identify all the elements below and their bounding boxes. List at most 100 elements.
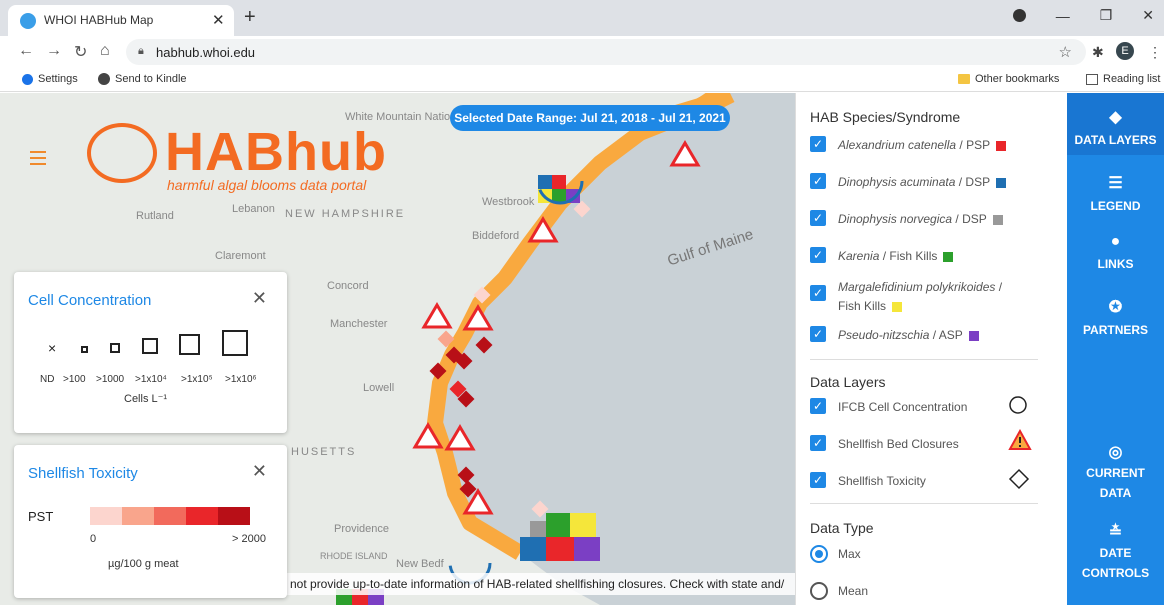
bookmarks-bar: Settings Send to Kindle Other bookmarks … [0, 68, 1164, 92]
map-label: Lebanon [232, 203, 275, 215]
extensions-puzzle-icon[interactable]: ✱ [1092, 44, 1104, 61]
pst-unit: µg/100 g meat [108, 558, 179, 570]
nav-label: DATA [1099, 486, 1132, 500]
type-section-title: Data Type [810, 520, 874, 536]
nav-label: CURRENT [1086, 466, 1145, 480]
pst-scale-step [186, 507, 218, 525]
species-checkbox[interactable]: ✓ [810, 285, 826, 301]
other-bookmarks[interactable]: Other bookmarks [958, 73, 1059, 85]
species-label: Alexandrium catenella / PSP [838, 138, 1007, 152]
browser-tab[interactable]: WHOI HABHub Map ✕ [8, 5, 234, 36]
cell-size-1e6-icon [222, 330, 248, 356]
list-icon: ☰ [1108, 175, 1123, 192]
lock-icon: 🔒︎ [138, 45, 144, 57]
species-label: Dinophysis norvegica / DSP [838, 212, 1003, 226]
warning-triangle-icon [1008, 429, 1032, 450]
nav-label: CONTROLS [1081, 566, 1150, 580]
nav-label: LEGEND [1090, 199, 1141, 213]
bookmark-send-to-kindle[interactable]: Send to Kindle [98, 73, 187, 85]
cell-concentration-panel: Cell Concentration ✕ × ND >100 >1000 >1x… [14, 272, 287, 433]
species-name: Alexandrium catenella [838, 138, 957, 152]
species-checkbox[interactable]: ✓ [810, 326, 826, 342]
species-name: Dinophysis acuminata [838, 175, 956, 189]
species-color-swatch [892, 301, 903, 312]
close-icon[interactable]: ✕ [252, 461, 267, 482]
forward-icon[interactable]: → [46, 42, 62, 60]
back-icon[interactable]: ← [18, 42, 34, 60]
species-section-title: HAB Species/Syndrome [810, 109, 961, 125]
minimize-icon[interactable]: — [1056, 8, 1070, 24]
nav-data-layers[interactable]: ◆ DATA LAYERS [1067, 93, 1164, 155]
radio-mean[interactable] [810, 582, 828, 600]
species-checkbox[interactable]: ✓ [810, 173, 826, 189]
pst-scale-step [122, 507, 154, 525]
pst-scale-step [154, 507, 186, 525]
species-label: Dinophysis acuminata / DSP [838, 175, 1007, 189]
restore-icon[interactable]: ❐ [1100, 7, 1113, 24]
species-syndrome: / DSP [952, 212, 987, 226]
extension-icon[interactable] [1012, 9, 1026, 22]
layer-checkbox-toxicity[interactable]: ✓ [810, 472, 826, 488]
reading-list[interactable]: Reading list [1086, 73, 1160, 85]
cell-label: ND [40, 374, 55, 385]
divider [810, 359, 1038, 360]
close-icon[interactable]: ✕ [252, 288, 267, 309]
menu-dots-icon[interactable]: ⋮ [1148, 44, 1162, 61]
cell-unit: Cells L⁻¹ [124, 393, 168, 405]
pst-scale-step [218, 507, 250, 525]
species-syndrome-line2: Fish Kills [838, 299, 887, 313]
bookmark-label: Send to Kindle [115, 73, 187, 85]
species-syndrome: / ASP [929, 328, 963, 342]
cell-label: >100 [63, 374, 86, 385]
species-checkbox[interactable]: ✓ [810, 210, 826, 226]
nav-partners[interactable]: ✪ PARTNERS [1067, 297, 1164, 337]
reload-icon[interactable]: ↻ [74, 42, 87, 62]
cell-size-1000-icon [110, 343, 120, 353]
radio-max[interactable] [810, 545, 828, 563]
circle-icon [1009, 396, 1027, 414]
pst-max: > 2000 [232, 533, 266, 545]
cell-label: >1x10⁵ [181, 374, 213, 385]
layer-label: Shellfish Bed Closures [838, 437, 959, 451]
nav-current-data[interactable]: ◎ CURRENT DATA [1067, 443, 1164, 503]
address-bar[interactable]: 🔒︎ habhub.whoi.edu ☆ [126, 39, 1086, 65]
map-label: Lowell [363, 382, 395, 394]
species-label: Margalefidinium polykrikoides / Fish Kill… [838, 278, 1002, 316]
bookmark-star-icon[interactable]: ☆ [1059, 43, 1072, 61]
tab-close-icon[interactable]: ✕ [212, 11, 225, 29]
map-label: RHODE ISLAND [320, 551, 388, 561]
new-tab-icon[interactable]: + [244, 6, 256, 29]
cell-concentration-title: Cell Concentration [28, 292, 152, 309]
menu-hamburger-icon[interactable] [30, 151, 46, 169]
profile-avatar[interactable]: E [1116, 42, 1134, 60]
bookmark-label: Other bookmarks [975, 73, 1060, 85]
bookmark-label: Settings [38, 73, 78, 85]
cell-size-1e4-icon [142, 338, 158, 354]
layer-checkbox-closures[interactable]: ✓ [810, 435, 826, 451]
species-color-swatch [968, 330, 979, 341]
map-label: Concord [327, 280, 369, 292]
reading-list-icon [1086, 73, 1098, 85]
bookmark-settings[interactable]: Settings [22, 73, 78, 85]
home-icon[interactable]: ⌂ [100, 42, 110, 60]
radio-label: Max [838, 547, 861, 561]
map-label: Biddeford [472, 230, 520, 242]
nav-date-controls[interactable]: ≛ DATE CONTROLS [1067, 523, 1164, 583]
compass-icon: ● [1110, 233, 1121, 250]
species-label: Pseudo-nitzschia / ASP [838, 328, 979, 342]
layer-checkbox-ifcb[interactable]: ✓ [810, 398, 826, 414]
nav-links[interactable]: ● LINKS [1067, 233, 1164, 271]
nav-legend[interactable]: ☰ LEGEND [1067, 173, 1164, 213]
divider [810, 503, 1038, 504]
bookmark-label: Reading list [1103, 73, 1161, 85]
species-name: Karenia [838, 249, 880, 263]
nav-label: DATA LAYERS [1074, 133, 1157, 147]
species-checkbox[interactable]: ✓ [810, 247, 826, 263]
nav-label: LINKS [1097, 257, 1134, 271]
settings-gear-icon [22, 73, 33, 85]
map-label: New Bedf [396, 558, 444, 570]
species-checkbox[interactable]: ✓ [810, 136, 826, 152]
sliders-icon: ≛ [1108, 524, 1123, 541]
date-range-badge[interactable]: Selected Date Range: Jul 21, 2018 - Jul … [450, 105, 730, 131]
window-close-icon[interactable]: ✕ [1142, 7, 1154, 24]
